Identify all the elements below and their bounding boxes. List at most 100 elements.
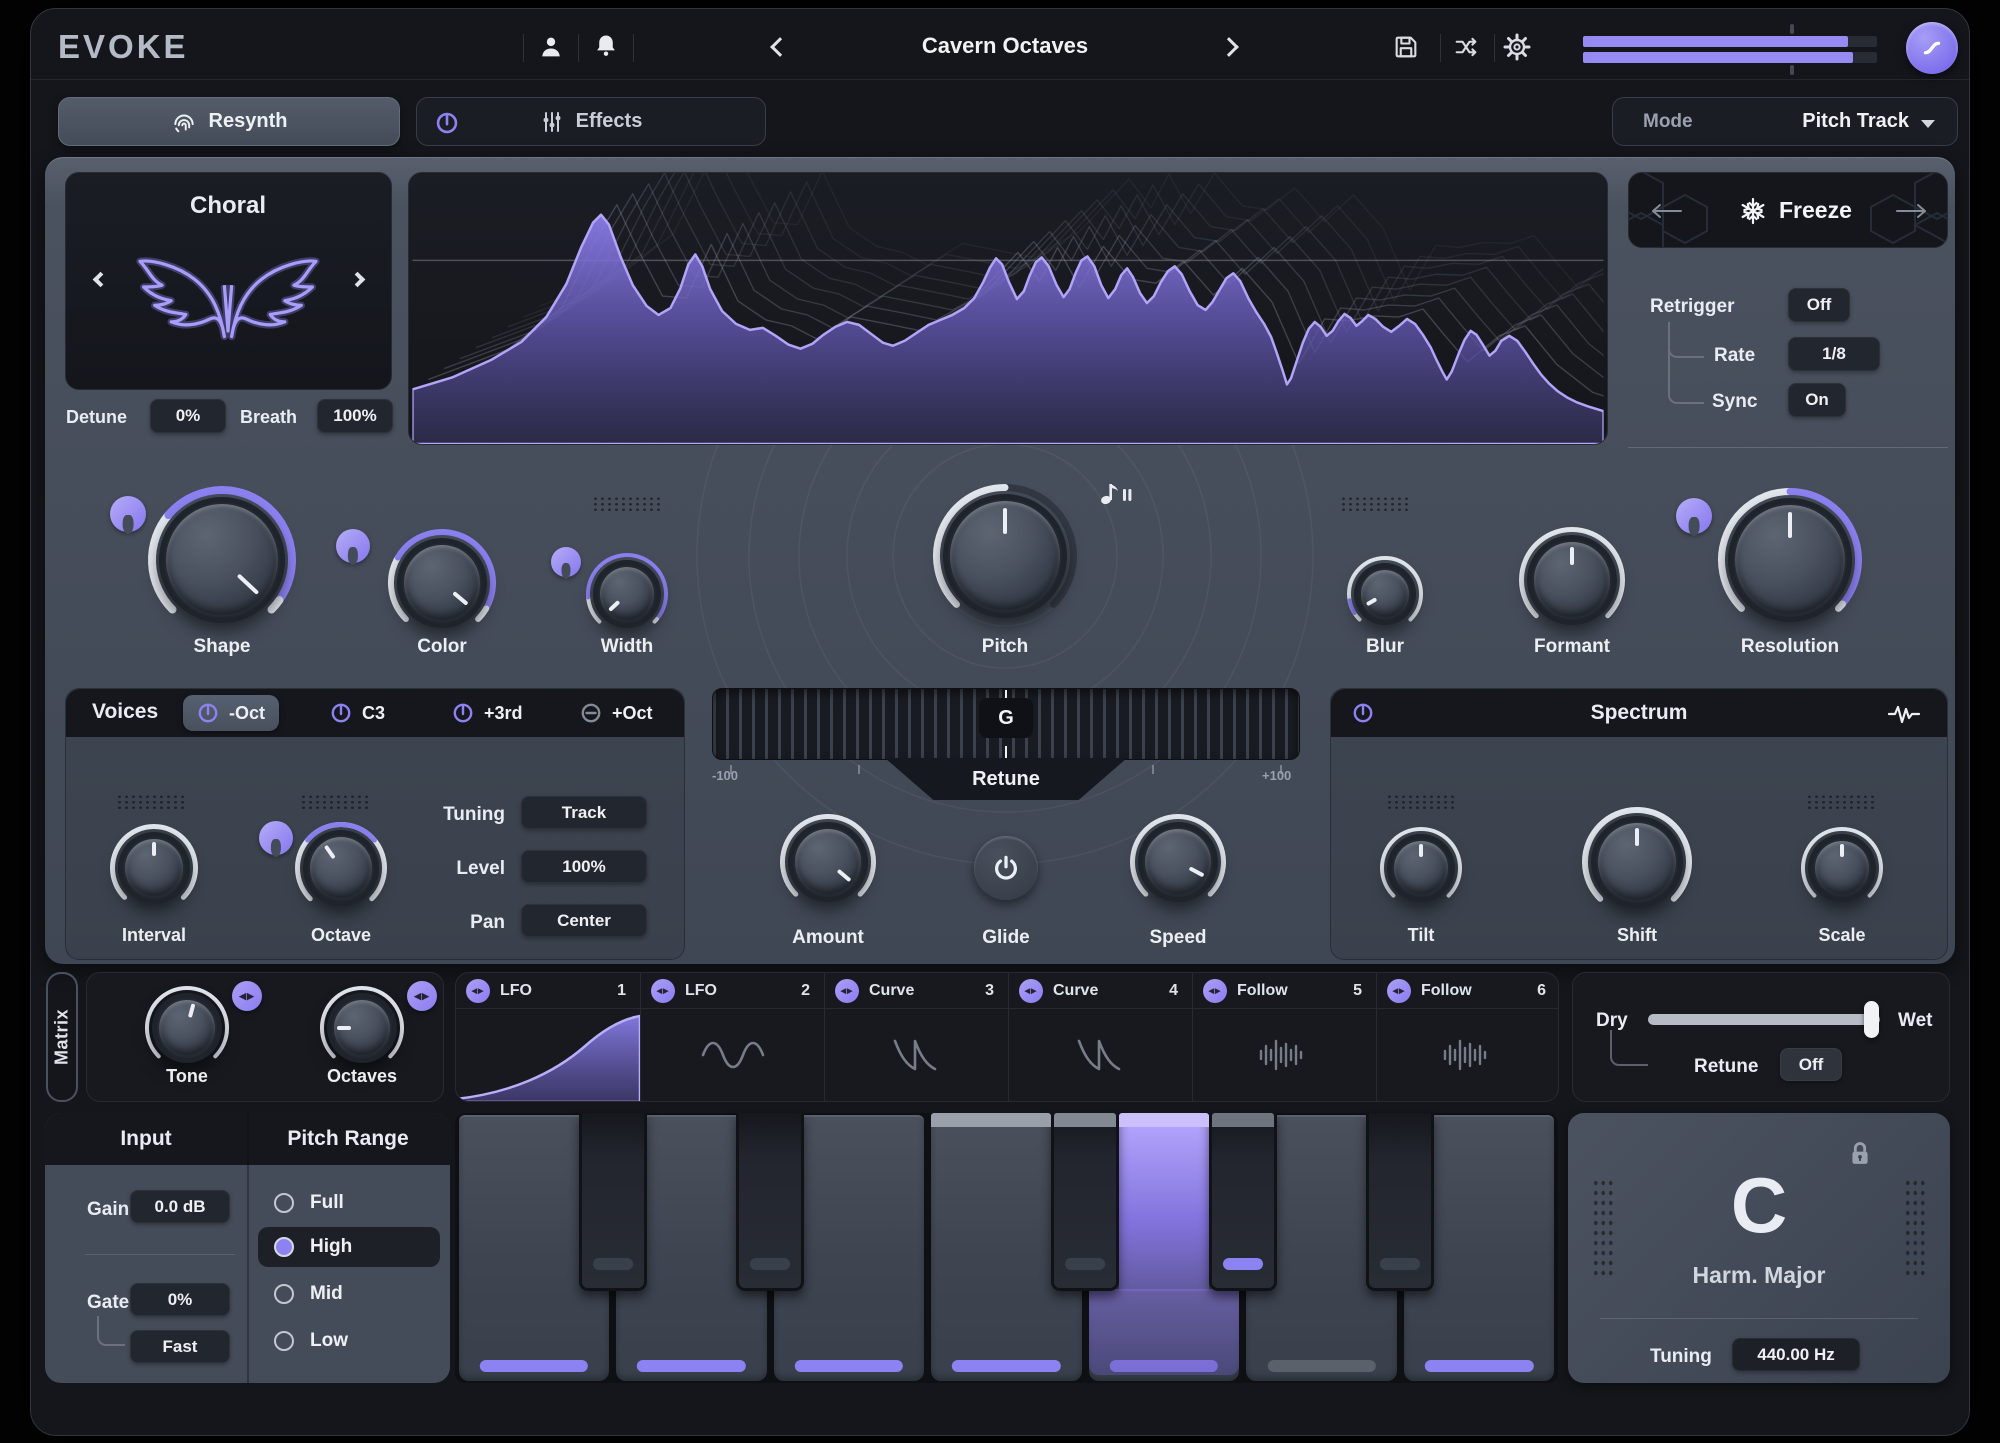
mod-slot-lfo-1[interactable]: LFO1 [456,973,640,1101]
tilt-knob[interactable] [1379,826,1463,910]
tab-effects[interactable]: Effects [416,97,766,146]
bipolar-icon [835,979,859,1003]
gear-icon[interactable] [1502,32,1532,62]
pitch-range-option-label: Low [310,1330,348,1352]
mod-slot-follow-6[interactable]: Follow6 [1376,973,1559,1101]
shuffle-icon[interactable] [1452,33,1480,61]
mod-slot-follow-5[interactable]: Follow5 [1192,973,1376,1101]
mod-slot-lfo-2[interactable]: LFO2 [640,973,824,1101]
mod-slot-body[interactable] [1377,1009,1559,1101]
blur-knob[interactable] [1346,555,1424,633]
black-key-Cs[interactable] [579,1113,647,1291]
saturation-curve-button[interactable] [1906,22,1958,74]
black-key-Ds[interactable] [736,1113,804,1291]
detune-value[interactable]: 0% [150,399,226,433]
mod-slot-name: LFO [685,982,717,1000]
resolution-knob[interactable] [1717,487,1863,633]
octaves-knob[interactable] [319,985,405,1071]
interval-knob[interactable] [109,823,199,913]
rate-value[interactable]: 1/8 [1788,337,1880,371]
bipolar-icon [466,979,490,1003]
mode-label: Mode [1643,111,1693,133]
save-icon[interactable] [1392,33,1420,61]
mod-slot-body[interactable] [1193,1009,1376,1101]
key-scale-name[interactable]: Harm. Major [1693,1262,1826,1289]
bell-icon[interactable] [592,32,620,60]
gate-speed-value[interactable]: Fast [130,1330,230,1363]
mod-slot-body[interactable] [825,1009,1008,1101]
width-knob[interactable] [585,552,669,636]
mod-slot-curve-4[interactable]: Curve4 [1008,973,1192,1101]
pan-value[interactable]: Center [521,904,647,937]
breath-value[interactable]: 100% [317,399,393,433]
tone-knob[interactable] [144,985,230,1071]
freeze-right-arrow[interactable] [1895,201,1929,221]
matrix-section-tab[interactable]: Matrix [46,972,78,1102]
tab-resynth-label: Resynth [209,110,288,133]
formant-knob[interactable] [1518,526,1626,634]
sync-value[interactable]: On [1788,383,1846,417]
speed-knob[interactable] [1129,813,1227,911]
level-value[interactable]: 100% [521,850,647,883]
mod-slot-body[interactable] [1009,1009,1192,1101]
mod-slot-curve-3[interactable]: Curve3 [824,973,1008,1101]
audio-follow-icon [1255,1037,1315,1073]
voice-power-icon[interactable] [330,702,352,724]
drywet-slider-track[interactable] [1648,1014,1880,1025]
shape-mod-badge [110,496,146,532]
keyboard[interactable] [455,1113,1558,1383]
voice-slot-3rd-up[interactable]: +3rd [438,695,537,731]
retune-max-label: +100 [1262,768,1291,783]
color-knob[interactable] [387,528,497,638]
mix-retune-link [1610,1030,1648,1066]
effects-power-icon[interactable] [435,111,459,135]
black-key-Fs[interactable] [1051,1113,1119,1291]
radio-icon[interactable] [274,1193,294,1213]
shift-label: Shift [1617,925,1657,946]
pitch-range-option-low[interactable]: Low [258,1321,440,1361]
sliders-icon [540,110,564,134]
radio-icon[interactable] [274,1331,294,1351]
black-key-As[interactable] [1366,1113,1434,1291]
mod-slot-body[interactable] [456,1009,640,1101]
radio-icon[interactable] [274,1284,294,1304]
radio-icon[interactable] [274,1237,294,1257]
key-note[interactable]: C [1731,1160,1787,1251]
retrigger-value[interactable]: Off [1788,288,1850,322]
pitch-knob[interactable] [932,483,1078,629]
voice-slot-c3[interactable]: C3 [316,695,399,731]
voice-disabled-icon[interactable] [580,702,602,724]
shape-knob[interactable] [147,485,297,635]
scale-knob[interactable] [1800,826,1884,910]
sine-icon [700,1036,766,1074]
voice-power-icon[interactable] [197,702,219,724]
mode-selector[interactable]: Mode Pitch Track [1612,97,1958,146]
gate-value[interactable]: 0% [130,1283,230,1316]
freeze-left-arrow[interactable] [1649,201,1683,221]
preset-title[interactable]: Cavern Octaves [860,33,1150,59]
voice-power-icon[interactable] [452,702,474,724]
tab-resynth[interactable]: Resynth [58,97,400,146]
glide-toggle[interactable] [974,836,1038,900]
voice-slot-label: +3rd [484,703,523,724]
lock-icon[interactable] [1848,1140,1872,1168]
breath-label: Breath [240,407,297,428]
voice-slot-oct-up[interactable]: +Oct [566,695,667,731]
pitch-range-option-high[interactable]: High [258,1227,440,1267]
key-tuning-value[interactable]: 440.00 Hz [1732,1338,1860,1371]
pitch-range-option-full[interactable]: Full [258,1183,440,1223]
user-icon[interactable] [537,33,565,61]
tuning-value[interactable]: Track [521,796,647,829]
shift-knob[interactable] [1581,806,1693,918]
voice-slot-oct-down[interactable]: -Oct [183,695,279,731]
mod-slot-body[interactable] [641,1009,824,1101]
mix-retune-value[interactable]: Off [1780,1048,1842,1081]
octave-knob[interactable] [294,821,388,915]
pitch-range-option-mid[interactable]: Mid [258,1274,440,1314]
gain-value[interactable]: 0.0 dB [130,1190,230,1223]
drywet-slider-handle[interactable] [1864,1001,1879,1038]
freeze-button[interactable]: Freeze [1628,172,1948,248]
spectrum-power-icon[interactable] [1352,702,1374,724]
amount-knob[interactable] [779,813,877,911]
black-key-Gs[interactable] [1209,1113,1277,1291]
